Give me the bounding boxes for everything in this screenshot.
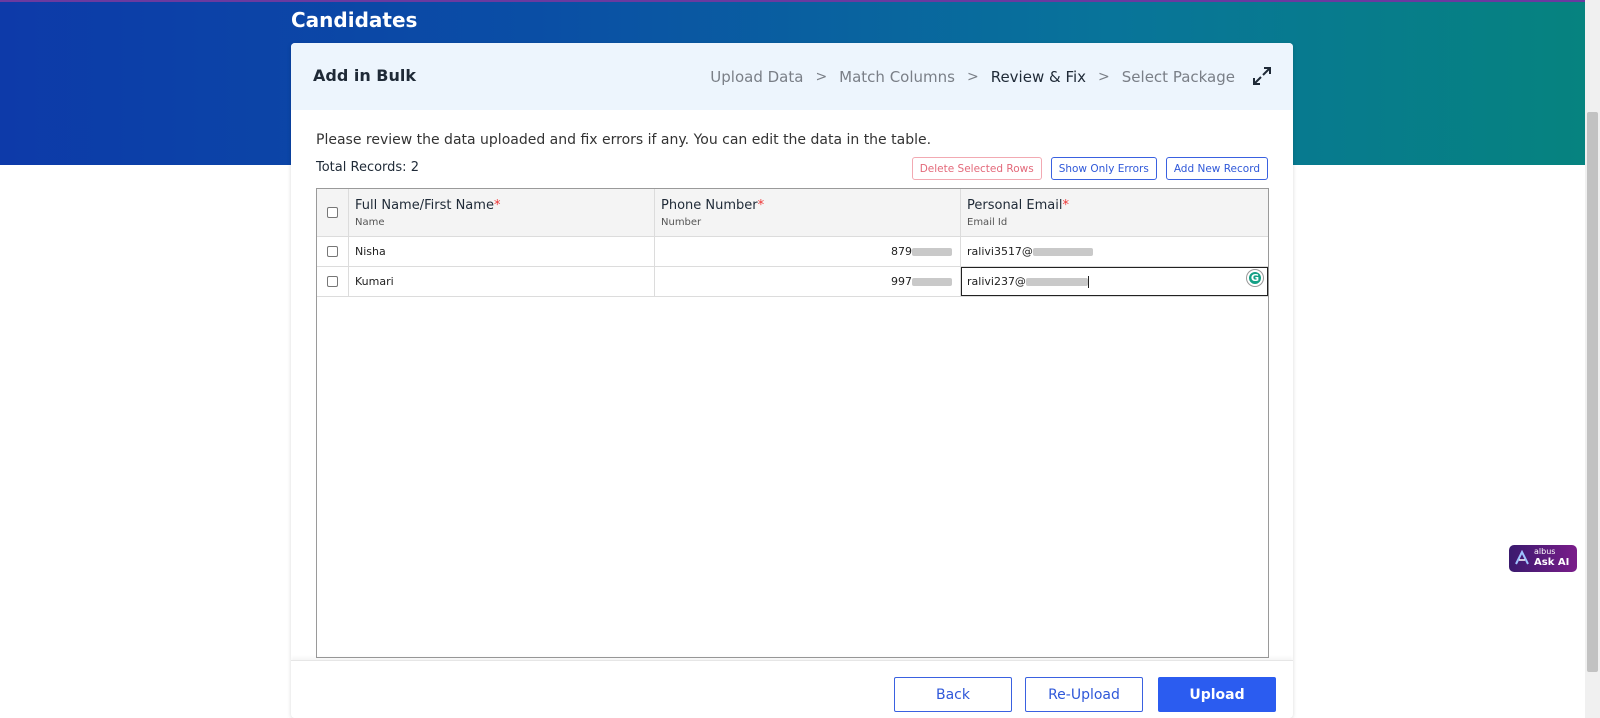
table-header-row: Full Name/First Name* Name Phone Number*… <box>317 189 1268 237</box>
phone-cell[interactable]: 997 <box>655 267 961 296</box>
redaction-blur <box>1032 248 1093 256</box>
email-cell-editing[interactable]: ralivi237@ G <box>961 267 1268 296</box>
table-actions: Delete Selected Rows Show Only Errors Ad… <box>911 157 1268 180</box>
redaction-blur <box>912 248 952 256</box>
step-review-fix: Review & Fix <box>990 68 1087 86</box>
page-title: Candidates <box>291 8 418 32</box>
assistant-label: Ask AI <box>1534 557 1570 568</box>
step-upload-data: Upload Data <box>710 68 804 86</box>
total-records-label: Total Records: <box>316 160 407 175</box>
phone-value: 997 <box>891 275 952 288</box>
add-new-record-button[interactable]: Add New Record <box>1165 157 1268 180</box>
table-row: Kumari 997 ralivi237@ G <box>317 267 1268 297</box>
card-footer: Back Re-Upload Upload <box>291 660 1293 718</box>
show-only-errors-button[interactable]: Show Only Errors <box>1050 157 1157 180</box>
column-title: Full Name/First Name <box>355 198 494 213</box>
step-select-package: Select Package <box>1121 68 1235 86</box>
assistant-brand: albus <box>1534 547 1556 556</box>
name-value: Kumari <box>355 275 394 288</box>
column-title: Phone Number <box>661 198 758 213</box>
email-value: ralivi237@ <box>967 275 1089 288</box>
banner-top-line <box>0 0 1585 2</box>
ask-ai-button[interactable]: albus Ask AI <box>1509 545 1577 572</box>
name-cell[interactable]: Nisha <box>349 237 655 266</box>
redaction-blur <box>1025 278 1088 286</box>
row-select-cell <box>317 237 349 266</box>
name-value: Nisha <box>355 245 386 258</box>
step-match-columns: Match Columns <box>839 68 955 86</box>
row-checkbox[interactable] <box>327 246 338 257</box>
chevron-right-icon: > <box>1098 69 1110 85</box>
email-value: ralivi3517@ <box>967 245 1093 258</box>
card-title: Add in Bulk <box>313 66 417 85</box>
phone-cell[interactable]: 879 <box>655 237 961 266</box>
name-cell[interactable]: Kumari <box>349 267 655 296</box>
column-title: Personal Email <box>967 198 1063 213</box>
card-header: Add in Bulk Upload Data > Match Columns … <box>291 43 1293 110</box>
delete-selected-rows-button[interactable]: Delete Selected Rows <box>911 157 1042 180</box>
required-mark: * <box>757 198 765 213</box>
grammarly-icon[interactable]: G <box>1247 270 1263 286</box>
text-caret <box>1087 276 1089 288</box>
records-table: Full Name/First Name* Name Phone Number*… <box>316 188 1269 658</box>
redaction-blur <box>912 278 952 286</box>
required-mark: * <box>493 198 501 213</box>
expand-arrows-icon[interactable] <box>1251 65 1273 87</box>
column-header-phone: Phone Number* Number <box>655 189 961 236</box>
instructions-text: Please review the data uploaded and fix … <box>316 132 932 148</box>
chevron-right-icon: > <box>815 69 828 85</box>
select-all-checkbox[interactable] <box>327 207 338 218</box>
table-row: Nisha 879 ralivi3517@ <box>317 237 1268 267</box>
upload-button[interactable]: Upload <box>1158 677 1276 712</box>
chevron-right-icon: > <box>966 69 979 85</box>
column-subtitle: Email Id <box>967 217 1008 228</box>
column-header-name: Full Name/First Name* Name <box>349 189 655 236</box>
column-header-email: Personal Email* Email Id <box>961 189 1268 236</box>
email-cell[interactable]: ralivi3517@ <box>961 237 1268 266</box>
scrollbar-thumb[interactable] <box>1587 112 1598 672</box>
row-checkbox[interactable] <box>327 276 338 287</box>
select-all-cell <box>317 189 349 236</box>
total-records: Total Records: 2 <box>316 160 419 175</box>
phone-value: 879 <box>891 245 952 258</box>
stepper: Upload Data > Match Columns > Review & F… <box>710 68 1235 86</box>
column-subtitle: Number <box>661 217 702 228</box>
total-records-count: 2 <box>410 160 419 175</box>
row-select-cell <box>317 267 349 296</box>
reupload-button[interactable]: Re-Upload <box>1025 677 1143 712</box>
required-mark: * <box>1062 198 1069 213</box>
column-subtitle: Name <box>355 217 385 228</box>
back-button[interactable]: Back <box>894 677 1012 712</box>
page-scrollbar[interactable] <box>1585 0 1600 718</box>
bulk-add-card: Add in Bulk Upload Data > Match Columns … <box>291 43 1293 718</box>
albus-logo-icon <box>1515 550 1529 565</box>
